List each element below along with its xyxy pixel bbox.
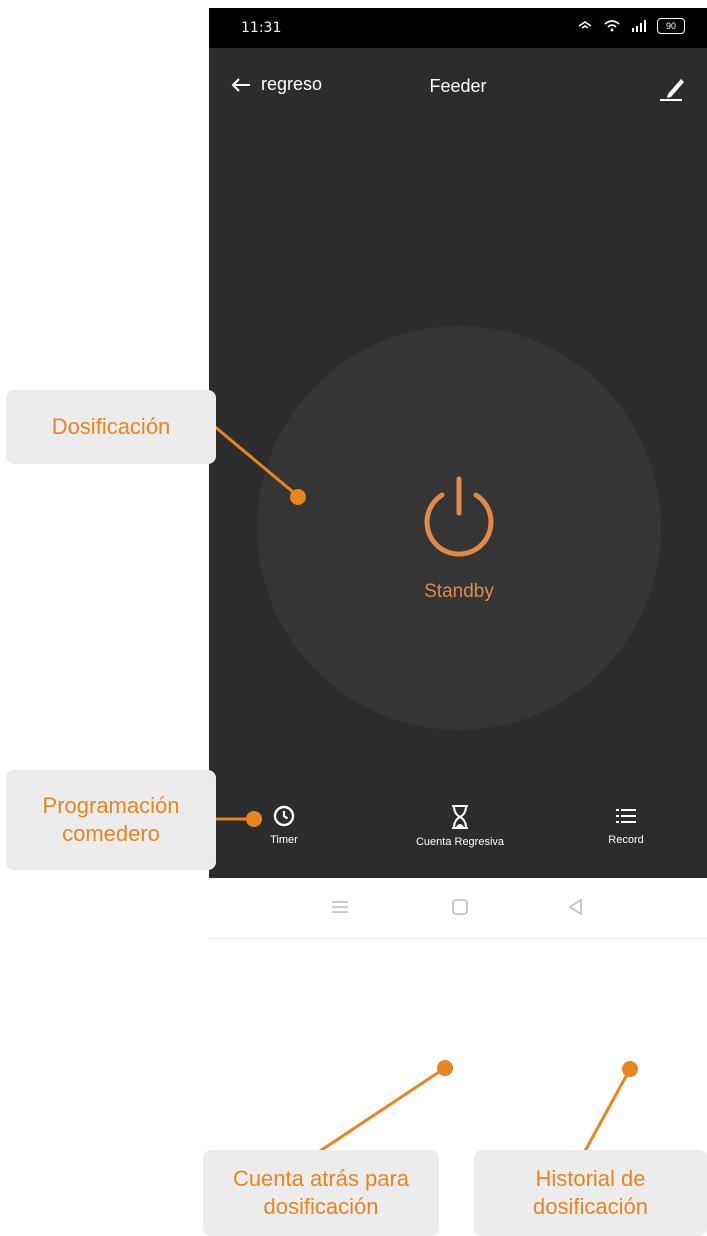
app-header: regreso Feeder	[209, 48, 707, 128]
phone-screen: 11:31 90 regreso Feeder Standby Timer Cu…	[209, 8, 707, 1188]
tab-timer[interactable]: Timer	[261, 804, 307, 846]
callout-history-line2: dosificación	[533, 1194, 648, 1219]
tab-label: Record	[608, 834, 644, 846]
status-label: Standby	[424, 581, 494, 602]
callout-dot-dosing	[290, 489, 306, 505]
callout-schedule: Programación comedero	[6, 770, 216, 870]
callout-countdown-line1: Cuenta atrás para	[232, 1166, 410, 1191]
clock-icon	[273, 805, 295, 827]
callout-dot-countdown	[437, 1060, 453, 1076]
home-icon[interactable]	[449, 896, 471, 918]
page-title: Feeder	[429, 76, 487, 96]
callout-dot-schedule	[246, 811, 262, 827]
status-bar: 11:31 90	[209, 8, 707, 48]
callout-schedule-line1: Programación	[42, 793, 180, 818]
callout-history-line1: Historial de	[535, 1166, 646, 1191]
callout-dosing-text: Dosificación	[51, 414, 171, 439]
list-icon	[616, 809, 636, 823]
edit-icon[interactable]	[659, 74, 685, 102]
wifi-icon	[604, 20, 620, 32]
bottom-tab-bar: Timer Cuenta Regresiva Record	[209, 798, 707, 878]
tab-label: Timer	[270, 834, 298, 846]
callout-dot-history	[622, 1061, 638, 1077]
feeder-screen: regreso Feeder Standby	[209, 48, 707, 798]
tab-record[interactable]: Record	[601, 804, 651, 846]
alarm-icon	[578, 21, 592, 29]
menu-icon[interactable]	[329, 896, 351, 918]
callout-history: Historial de dosificación	[474, 1150, 707, 1236]
hourglass-icon	[452, 805, 468, 829]
power-icon[interactable]	[414, 471, 504, 561]
status-icons: 90	[577, 18, 685, 34]
callout-dosing: Dosificación	[6, 390, 216, 464]
signal-icon	[632, 20, 646, 32]
status-time: 11:31	[241, 20, 282, 36]
battery-icon: 90	[657, 18, 685, 34]
callout-countdown: Cuenta atrás para dosificación	[203, 1150, 439, 1236]
tab-countdown[interactable]: Cuenta Regresiva	[395, 804, 525, 848]
callout-countdown-line2: dosificación	[263, 1194, 379, 1219]
tab-label: Cuenta Regresiva	[415, 836, 505, 848]
callout-schedule-line2: comedero	[62, 821, 160, 846]
back-triangle-icon[interactable]	[565, 896, 587, 918]
system-nav-bar	[209, 878, 707, 939]
dosing-dial[interactable]: Standby	[257, 326, 661, 730]
